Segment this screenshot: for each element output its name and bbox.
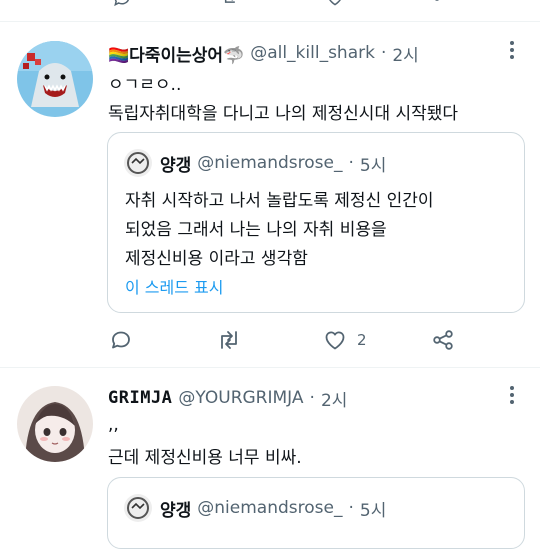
quoted-display-name: 양갱 bbox=[160, 496, 191, 521]
share-icon[interactable] bbox=[432, 0, 452, 8]
tweet[interactable]: GRIMJA @YOURGRIMJA · 2시 ,, 근데 제정신비용 너무 비… bbox=[0, 368, 540, 530]
quoted-avatar bbox=[124, 149, 152, 177]
reply-icon[interactable] bbox=[112, 0, 132, 8]
handle[interactable]: @all_kill_shark bbox=[250, 43, 375, 63]
quoted-text-line: 자취 시작하고 나서 놀랍도록 제정신 인간이 bbox=[125, 186, 434, 211]
retweet-button[interactable] bbox=[216, 328, 242, 352]
separator-dot: · bbox=[381, 43, 386, 63]
handle[interactable]: @YOURGRIMJA bbox=[178, 388, 303, 408]
tweet[interactable]: 🏳️‍🌈다죽이는상어🦈 @all_kill_shark · 2시 ㅇㄱㄹㅇ.. … bbox=[0, 22, 540, 367]
display-name[interactable]: 🏳️‍🌈다죽이는상어🦈 bbox=[108, 41, 244, 66]
more-options-icon[interactable] bbox=[504, 40, 520, 60]
reply-icon bbox=[109, 328, 133, 352]
previous-tweet-actions bbox=[0, 0, 540, 10]
share-icon bbox=[431, 328, 455, 352]
quoted-display-name: 양갱 bbox=[160, 151, 191, 176]
avatar[interactable] bbox=[17, 41, 93, 117]
heart-icon[interactable] bbox=[325, 0, 345, 8]
tweet-text-line: 근데 제정신비용 너무 비싸. bbox=[108, 443, 302, 468]
tweet-text-line: ,, bbox=[108, 415, 119, 435]
separator-dot: · bbox=[310, 388, 315, 408]
quoted-text-line: 제정신비용 이라고 생각함 bbox=[125, 244, 308, 269]
quoted-tweet-card[interactable]: 양갱 @niemandsrose_ · 5시 자취 시작하고 나서 놀랍도록 제… bbox=[107, 132, 525, 313]
separator-dot: · bbox=[348, 498, 353, 518]
like-button[interactable]: 2 bbox=[323, 328, 367, 352]
retweet-icon bbox=[216, 328, 242, 352]
tweet-text-line: ㅇㄱㄹㅇ.. bbox=[108, 70, 181, 95]
illustrated-girl-avatar-image bbox=[17, 386, 93, 462]
like-count: 2 bbox=[357, 331, 367, 349]
heart-icon bbox=[323, 328, 347, 352]
show-thread-link[interactable]: 이 스레드 표시 bbox=[125, 274, 224, 298]
reply-button[interactable] bbox=[109, 328, 133, 352]
share-button[interactable] bbox=[431, 328, 455, 352]
quoted-handle: @niemandsrose_ bbox=[197, 153, 342, 173]
quoted-timestamp: 5시 bbox=[360, 151, 386, 176]
avatar[interactable] bbox=[17, 386, 93, 462]
quoted-timestamp: 5시 bbox=[360, 496, 386, 521]
timestamp[interactable]: 2시 bbox=[392, 41, 418, 66]
timestamp[interactable]: 2시 bbox=[321, 386, 347, 411]
display-name[interactable]: GRIMJA bbox=[108, 388, 172, 408]
separator-dot: · bbox=[348, 153, 353, 173]
tweet-header: GRIMJA @YOURGRIMJA · 2시 bbox=[108, 386, 347, 410]
quoted-tweet-card[interactable]: 양갱 @niemandsrose_ · 5시 bbox=[107, 477, 525, 549]
quoted-avatar bbox=[124, 494, 152, 522]
quoted-handle: @niemandsrose_ bbox=[197, 498, 342, 518]
quoted-text-line: 되었음 그래서 나는 나의 자취 비용을 bbox=[125, 215, 387, 240]
shark-avatar-image bbox=[17, 41, 93, 117]
tweet-header: 🏳️‍🌈다죽이는상어🦈 @all_kill_shark · 2시 bbox=[108, 41, 419, 65]
tweet-text-line: 독립자취대학을 다니고 나의 제정신시대 시작됐다 bbox=[108, 99, 458, 124]
more-options-icon[interactable] bbox=[504, 385, 520, 405]
quoted-tweet-header: 양갱 @niemandsrose_ · 5시 bbox=[124, 494, 386, 522]
quoted-tweet-header: 양갱 @niemandsrose_ · 5시 bbox=[124, 149, 386, 177]
retweet-icon[interactable] bbox=[219, 0, 239, 8]
